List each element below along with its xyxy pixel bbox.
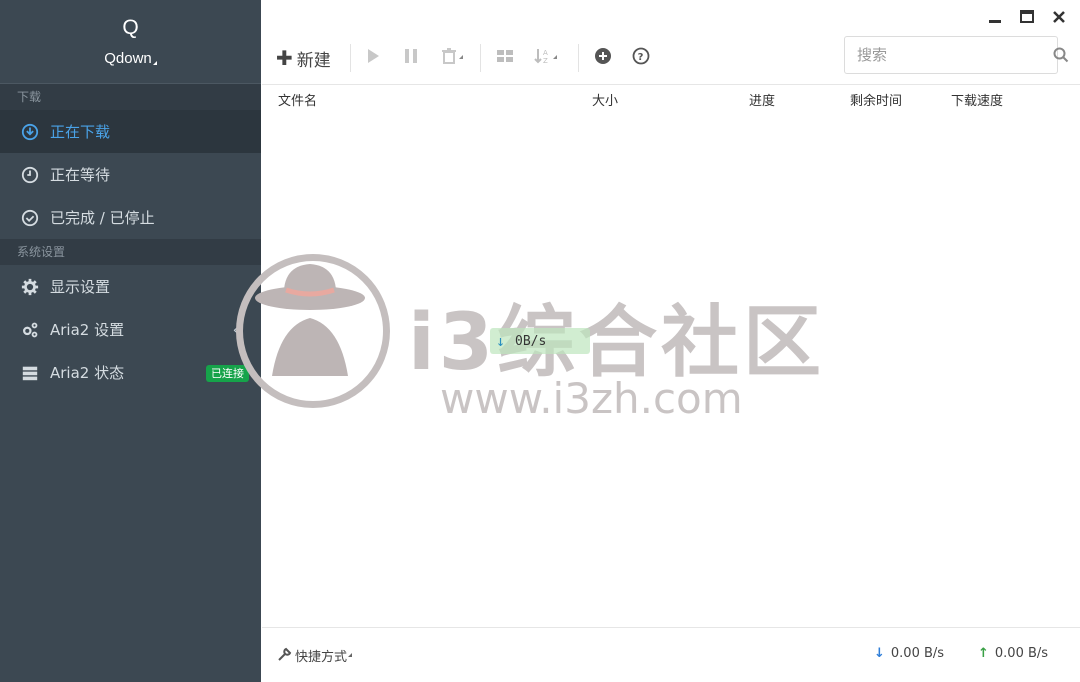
nav-item-label: Aria2 设置: [50, 321, 125, 339]
app-logo: Q: [122, 16, 139, 39]
minimize-icon[interactable]: [986, 8, 1004, 26]
search-input[interactable]: [845, 39, 1053, 71]
download-circle-icon: [20, 122, 40, 142]
wrench-icon: [278, 647, 295, 665]
dropdown-corner-icon: [459, 55, 463, 59]
brand: Q Qdown: [0, 0, 261, 84]
table-header: 文件名 大小 进度 剩余时间 下载速度: [262, 88, 1080, 110]
download-speed-value: 0.00 B/s: [890, 646, 945, 661]
nav-item-label: 已完成 / 已停止: [50, 209, 155, 227]
svg-text:?: ?: [638, 52, 644, 63]
trash-icon: [440, 47, 458, 69]
column-remaining[interactable]: 剩余时间: [850, 90, 902, 109]
nav-item-stopped[interactable]: 已完成 / 已停止: [0, 196, 261, 239]
plus-icon: ✚: [276, 46, 293, 70]
shortcut-label: 快捷方式: [295, 650, 348, 665]
pause-button[interactable]: [402, 46, 420, 70]
toolbar: ✚ 新建 AZ ?: [262, 36, 1080, 85]
dropdown-corner-icon: [348, 652, 353, 657]
nav-item-downloading[interactable]: 正在下载: [0, 110, 261, 153]
check-circle-icon: [20, 208, 40, 228]
svg-text:Z: Z: [543, 57, 548, 65]
nav-item-aria2-settings[interactable]: Aria2 设置 ‹: [0, 308, 261, 351]
nav-item-label: 正在下载: [50, 123, 111, 141]
task-list: i3综合社区 www.i3zh.com ↓ 0B/s: [236, 110, 1080, 627]
section-header-download: 下载: [0, 84, 261, 110]
window-controls: [986, 8, 1068, 26]
new-task-label: 新建: [296, 50, 331, 71]
grid-icon: [496, 47, 514, 69]
server-icon: [20, 363, 40, 383]
nav-item-label: Aria2 状态: [50, 364, 125, 382]
pause-icon: [402, 47, 420, 69]
download-speed-status: ↓ 0.00 B/s: [874, 646, 944, 661]
speed-overlay: ↓ 0B/s: [490, 328, 590, 354]
upload-speed-status: ↑ 0.00 B/s: [978, 646, 1048, 661]
shortcut-menu[interactable]: 快捷方式: [278, 646, 353, 665]
add-button[interactable]: [594, 46, 612, 70]
app-name-dropdown[interactable]: Qdown: [0, 50, 261, 67]
new-task-button[interactable]: ✚ 新建: [276, 46, 331, 71]
column-size[interactable]: 大小: [592, 90, 618, 109]
delete-button[interactable]: [440, 46, 463, 70]
speed-overlay-value: 0B/s: [515, 333, 547, 349]
toolbar-divider: [350, 44, 351, 72]
svg-text:A: A: [543, 49, 548, 57]
nav-item-display-settings[interactable]: 显示设置: [0, 265, 261, 308]
maximize-icon[interactable]: [1018, 8, 1036, 26]
search-box: [844, 36, 1069, 74]
upload-speed-value: 0.00 B/s: [994, 646, 1049, 661]
section-header-settings: 系统设置: [0, 239, 261, 265]
nav-item-label: 正在等待: [50, 166, 111, 184]
search-icon[interactable]: [1053, 47, 1069, 63]
dropdown-corner-icon: [152, 61, 157, 65]
nav-item-label: 显示设置: [50, 278, 111, 296]
toolbar-divider: [480, 44, 481, 72]
toolbar-divider: [578, 44, 579, 72]
plus-circle-icon: [594, 47, 612, 69]
sort-az-icon: AZ: [534, 47, 552, 69]
help-button[interactable]: ?: [632, 46, 650, 70]
watermark-url: www.i3zh.com: [440, 374, 743, 423]
sidebar: Q Qdown 下载 正在下载 正在等待 已完成 / 已停止 系统设置 显示设置: [0, 0, 261, 682]
main-panel: ✚ 新建 AZ ? 搜索 文件名 大小 进度 剩余时间 下载速度 i3综合社区 …: [236, 0, 1080, 682]
dropdown-corner-icon: [553, 55, 557, 59]
start-button[interactable]: [364, 46, 382, 70]
clock-icon: [20, 165, 40, 185]
select-all-button[interactable]: [496, 46, 514, 70]
nav-item-waiting[interactable]: 正在等待: [0, 153, 261, 196]
sort-button[interactable]: AZ: [534, 46, 557, 70]
column-filename[interactable]: 文件名: [278, 90, 317, 109]
watermark-hat-icon: [255, 264, 365, 376]
play-icon: [364, 47, 382, 69]
status-bar: 快捷方式 ↓ 0.00 B/s ↑ 0.00 B/s: [262, 627, 1080, 682]
gears-icon: [20, 320, 40, 340]
app-name: Qdown: [104, 50, 152, 67]
question-circle-icon: ?: [632, 47, 650, 69]
arrow-down-icon: ↓: [496, 332, 506, 350]
arrow-down-icon: ↓: [874, 646, 885, 661]
nav-item-aria2-status[interactable]: Aria2 状态 已连接: [0, 351, 261, 394]
gear-icon: [20, 277, 40, 297]
arrow-up-icon: ↑: [978, 646, 989, 661]
close-icon[interactable]: [1050, 8, 1068, 26]
column-progress[interactable]: 进度: [749, 90, 775, 109]
column-speed[interactable]: 下载速度: [951, 90, 1003, 109]
